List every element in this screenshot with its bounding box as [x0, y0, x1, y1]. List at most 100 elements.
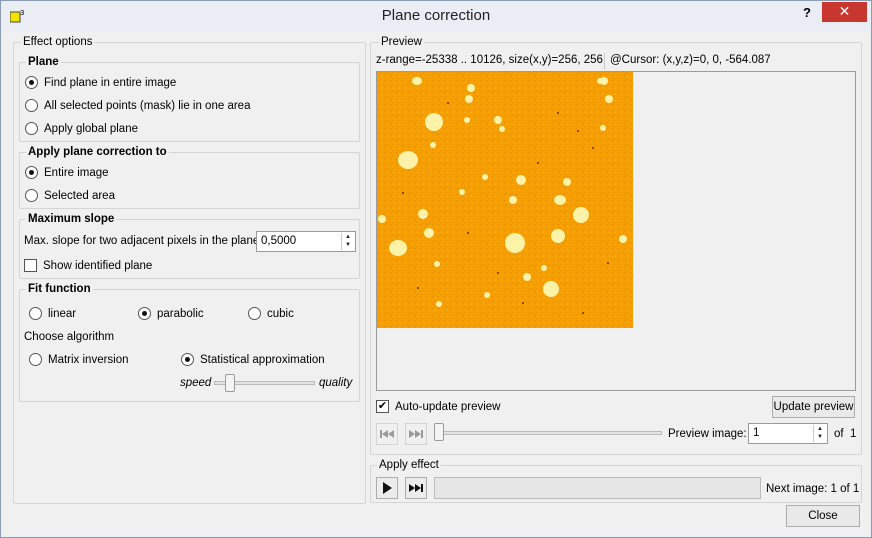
algorithm-statistical-radio[interactable]: Statistical approximation	[181, 353, 325, 366]
particle-blob	[563, 178, 571, 186]
particle-blob	[436, 301, 442, 307]
radio-label: Entire image	[44, 166, 109, 179]
particle-blob	[505, 233, 525, 253]
radio-indicator	[25, 76, 38, 89]
fit-parabolic-radio[interactable]: parabolic	[138, 307, 204, 320]
preview-image-slider-handle[interactable]	[434, 423, 444, 441]
spin-up-icon[interactable]: ▲	[342, 233, 354, 241]
particle-blob	[459, 189, 465, 195]
first-image-button[interactable]	[376, 423, 398, 445]
noise-speck	[607, 262, 609, 264]
max-slope-label: Maximum slope	[26, 213, 117, 225]
spin-down-icon[interactable]: ▼	[342, 241, 354, 249]
particle-blob	[484, 292, 490, 298]
checkbox-label: Auto-update preview	[395, 400, 501, 413]
max-slope-value: 0,5000	[261, 235, 297, 247]
auto-update-checkbox[interactable]: ✔ Auto-update preview	[376, 400, 500, 413]
radio-label: Find plane in entire image	[44, 76, 177, 89]
particle-blob	[600, 125, 606, 131]
particle-blob	[412, 77, 422, 85]
noise-speck	[537, 162, 539, 164]
effect-options-label: Effect options	[21, 36, 95, 48]
noise-speck	[467, 232, 469, 234]
fit-cubic-radio[interactable]: cubic	[248, 307, 294, 320]
status-separator	[604, 53, 605, 69]
afm-background	[377, 72, 633, 328]
of-label: of	[834, 428, 844, 440]
plane-option-global[interactable]: Apply global plane	[25, 122, 138, 135]
particle-blob	[541, 265, 547, 271]
spin-up-icon[interactable]: ▲	[814, 425, 826, 433]
radio-label: Matrix inversion	[48, 353, 129, 366]
noise-speck	[577, 130, 579, 132]
apply-progress-bar	[434, 477, 761, 499]
skip-forward-icon	[409, 484, 423, 492]
show-identified-plane-checkbox[interactable]: Show identified plane	[24, 259, 152, 272]
preview-image-slider-track[interactable]	[434, 431, 662, 435]
particle-blob	[398, 151, 418, 169]
particle-blob	[573, 207, 589, 223]
algorithm-matrix-inversion-radio[interactable]: Matrix inversion	[29, 353, 129, 366]
close-button[interactable]: Close	[786, 505, 860, 527]
preview-canvas[interactable]	[376, 71, 856, 391]
preview-total: 1	[850, 428, 857, 440]
particle-blob	[554, 195, 566, 205]
particle-blob	[418, 209, 428, 219]
particle-blob	[389, 240, 407, 256]
plane-option-entire-image[interactable]: Find plane in entire image	[25, 76, 176, 89]
noise-speck	[522, 302, 524, 304]
update-preview-button[interactable]: Update preview	[772, 396, 855, 418]
radio-indicator	[25, 166, 38, 179]
preview-image-label: Preview image:	[668, 428, 747, 440]
particle-blob	[597, 78, 603, 84]
window-close-button[interactable]: ✕	[822, 2, 867, 22]
apply-play-button[interactable]	[376, 477, 398, 499]
plane-label: Plane	[26, 56, 61, 68]
radio-label: cubic	[267, 307, 294, 320]
particle-blob	[430, 142, 436, 148]
spin-arrows[interactable]: ▲ ▼	[813, 425, 826, 442]
next-image-text: Next image: 1 of 1	[766, 483, 860, 495]
speed-quality-slider-handle[interactable]	[225, 374, 235, 392]
preview-image-value: 1	[753, 427, 760, 439]
radio-label: Apply global plane	[44, 122, 138, 135]
max-slope-field-label: Max. slope for two adjacent pixels in th…	[24, 235, 263, 247]
help-button[interactable]: ?	[797, 4, 817, 24]
radio-label: Selected area	[44, 189, 115, 202]
apply-effect-label: Apply effect	[377, 459, 441, 471]
fit-function-label: Fit function	[26, 283, 93, 295]
apply-to-selected-area[interactable]: Selected area	[25, 189, 115, 202]
noise-speck	[402, 192, 404, 194]
particle-blob	[551, 229, 565, 243]
speed-label: speed	[180, 377, 212, 389]
noise-speck	[417, 287, 419, 289]
apply-all-button[interactable]	[405, 477, 427, 499]
max-slope-spinbox[interactable]: 0,5000 ▲ ▼	[256, 231, 356, 252]
checkbox-indicator	[24, 259, 37, 272]
noise-speck	[557, 112, 559, 114]
noise-speck	[497, 272, 499, 274]
last-image-button[interactable]	[405, 423, 427, 445]
apply-to-entire-image[interactable]: Entire image	[25, 166, 109, 179]
radio-label: parabolic	[157, 307, 204, 320]
preview-image-spinbox[interactable]: 1 ▲ ▼	[748, 423, 828, 444]
noise-speck	[582, 312, 584, 314]
window-title: Plane correction	[381, 7, 491, 24]
afm-preview-image[interactable]	[377, 72, 633, 328]
checkbox-indicator: ✔	[376, 400, 389, 413]
radio-indicator	[181, 353, 194, 366]
radio-indicator	[29, 307, 42, 320]
particle-blob	[619, 235, 627, 243]
particle-blob	[543, 281, 559, 297]
fit-linear-radio[interactable]: linear	[29, 307, 76, 320]
particle-blob	[509, 196, 517, 204]
spin-down-icon[interactable]: ▼	[814, 433, 826, 441]
spin-arrows[interactable]: ▲ ▼	[341, 233, 354, 250]
plane-option-mask-one-area[interactable]: All selected points (mask) lie in one ar…	[25, 99, 250, 112]
particle-blob	[424, 228, 434, 238]
quality-label: quality	[319, 377, 353, 389]
particle-blob	[605, 95, 613, 103]
apply-to-label: Apply plane correction to	[26, 146, 169, 158]
particle-blob	[516, 175, 526, 185]
particle-blob	[464, 117, 470, 123]
